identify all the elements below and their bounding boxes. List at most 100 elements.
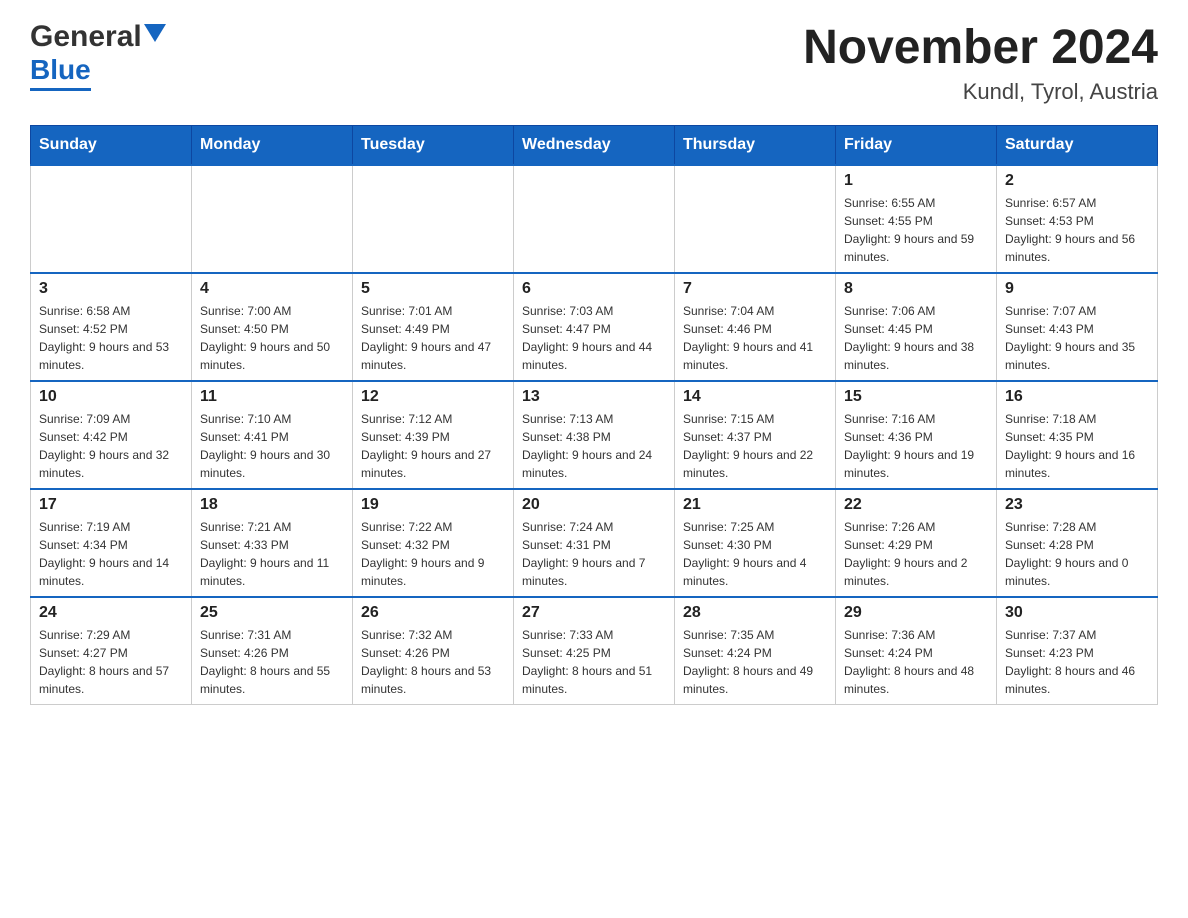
header: General Blue November 2024 Kundl, Tyrol,… xyxy=(30,20,1158,105)
day-info: Sunrise: 6:55 AM Sunset: 4:55 PM Dayligh… xyxy=(844,194,988,266)
logo-general-text: General xyxy=(30,20,142,54)
header-saturday: Saturday xyxy=(997,126,1158,166)
day-number: 18 xyxy=(200,496,344,514)
header-friday: Friday xyxy=(836,126,997,166)
table-row: 30 Sunrise: 7:37 AM Sunset: 4:23 PM Dayli… xyxy=(997,597,1158,705)
table-row: 22 Sunrise: 7:26 AM Sunset: 4:29 PM Dayli… xyxy=(836,489,997,597)
table-row: 21 Sunrise: 7:25 AM Sunset: 4:30 PM Dayli… xyxy=(675,489,836,597)
day-number: 20 xyxy=(522,496,666,514)
table-row xyxy=(353,165,514,273)
table-row: 9 Sunrise: 7:07 AM Sunset: 4:43 PM Daylig… xyxy=(997,273,1158,381)
day-info: Sunrise: 7:37 AM Sunset: 4:23 PM Dayligh… xyxy=(1005,626,1149,698)
day-info: Sunrise: 7:25 AM Sunset: 4:30 PM Dayligh… xyxy=(683,518,827,590)
table-row: 4 Sunrise: 7:00 AM Sunset: 4:50 PM Daylig… xyxy=(192,273,353,381)
logo-triangle-icon xyxy=(144,24,166,46)
day-info: Sunrise: 7:06 AM Sunset: 4:45 PM Dayligh… xyxy=(844,302,988,374)
table-row: 2 Sunrise: 6:57 AM Sunset: 4:53 PM Daylig… xyxy=(997,165,1158,273)
table-row: 24 Sunrise: 7:29 AM Sunset: 4:27 PM Dayli… xyxy=(31,597,192,705)
location-subtitle: Kundl, Tyrol, Austria xyxy=(803,79,1158,105)
day-number: 2 xyxy=(1005,172,1149,190)
day-number: 26 xyxy=(361,604,505,622)
day-info: Sunrise: 6:57 AM Sunset: 4:53 PM Dayligh… xyxy=(1005,194,1149,266)
day-info: Sunrise: 7:36 AM Sunset: 4:24 PM Dayligh… xyxy=(844,626,988,698)
day-number: 27 xyxy=(522,604,666,622)
calendar-body: 1 Sunrise: 6:55 AM Sunset: 4:55 PM Daylig… xyxy=(31,165,1158,705)
day-number: 22 xyxy=(844,496,988,514)
table-row: 1 Sunrise: 6:55 AM Sunset: 4:55 PM Daylig… xyxy=(836,165,997,273)
day-number: 24 xyxy=(39,604,183,622)
day-info: Sunrise: 7:00 AM Sunset: 4:50 PM Dayligh… xyxy=(200,302,344,374)
day-info: Sunrise: 7:32 AM Sunset: 4:26 PM Dayligh… xyxy=(361,626,505,698)
day-info: Sunrise: 7:13 AM Sunset: 4:38 PM Dayligh… xyxy=(522,410,666,482)
day-number: 21 xyxy=(683,496,827,514)
table-row: 19 Sunrise: 7:22 AM Sunset: 4:32 PM Dayli… xyxy=(353,489,514,597)
day-info: Sunrise: 7:16 AM Sunset: 4:36 PM Dayligh… xyxy=(844,410,988,482)
table-row: 15Sunrise: 7:16 AM Sunset: 4:36 PM Dayli… xyxy=(836,381,997,489)
table-row: 3 Sunrise: 6:58 AM Sunset: 4:52 PM Daylig… xyxy=(31,273,192,381)
day-info: Sunrise: 7:15 AM Sunset: 4:37 PM Dayligh… xyxy=(683,410,827,482)
day-number: 11 xyxy=(200,388,344,406)
day-info: Sunrise: 7:24 AM Sunset: 4:31 PM Dayligh… xyxy=(522,518,666,590)
table-row: 23Sunrise: 7:28 AM Sunset: 4:28 PM Dayli… xyxy=(997,489,1158,597)
table-row: 5 Sunrise: 7:01 AM Sunset: 4:49 PM Daylig… xyxy=(353,273,514,381)
day-info: Sunrise: 7:19 AM Sunset: 4:34 PM Dayligh… xyxy=(39,518,183,590)
day-info: Sunrise: 7:35 AM Sunset: 4:24 PM Dayligh… xyxy=(683,626,827,698)
table-row: 16 Sunrise: 7:18 AM Sunset: 4:35 PM Dayli… xyxy=(997,381,1158,489)
title-area: November 2024 Kundl, Tyrol, Austria xyxy=(803,20,1158,105)
table-row: 13 Sunrise: 7:13 AM Sunset: 4:38 PM Dayli… xyxy=(514,381,675,489)
logo: General Blue xyxy=(30,20,166,91)
day-number: 5 xyxy=(361,280,505,298)
day-number: 23 xyxy=(1005,496,1149,514)
day-number: 6 xyxy=(522,280,666,298)
table-row: 29Sunrise: 7:36 AM Sunset: 4:24 PM Dayli… xyxy=(836,597,997,705)
table-row: 20 Sunrise: 7:24 AM Sunset: 4:31 PM Dayli… xyxy=(514,489,675,597)
table-row: 27 Sunrise: 7:33 AM Sunset: 4:25 PM Dayli… xyxy=(514,597,675,705)
day-info: Sunrise: 7:18 AM Sunset: 4:35 PM Dayligh… xyxy=(1005,410,1149,482)
day-number: 16 xyxy=(1005,388,1149,406)
header-tuesday: Tuesday xyxy=(353,126,514,166)
day-info: Sunrise: 7:10 AM Sunset: 4:41 PM Dayligh… xyxy=(200,410,344,482)
day-info: Sunrise: 7:03 AM Sunset: 4:47 PM Dayligh… xyxy=(522,302,666,374)
day-number: 8 xyxy=(844,280,988,298)
day-number: 9 xyxy=(1005,280,1149,298)
day-number: 14 xyxy=(683,388,827,406)
logo-blue-text: Blue xyxy=(30,54,91,91)
table-row: 17Sunrise: 7:19 AM Sunset: 4:34 PM Dayli… xyxy=(31,489,192,597)
table-row xyxy=(675,165,836,273)
day-info: Sunrise: 7:33 AM Sunset: 4:25 PM Dayligh… xyxy=(522,626,666,698)
calendar-title: November 2024 xyxy=(803,20,1158,75)
table-row xyxy=(192,165,353,273)
day-info: Sunrise: 7:21 AM Sunset: 4:33 PM Dayligh… xyxy=(200,518,344,590)
table-row: 8 Sunrise: 7:06 AM Sunset: 4:45 PM Daylig… xyxy=(836,273,997,381)
day-info: Sunrise: 7:26 AM Sunset: 4:29 PM Dayligh… xyxy=(844,518,988,590)
day-number: 19 xyxy=(361,496,505,514)
day-number: 30 xyxy=(1005,604,1149,622)
day-number: 7 xyxy=(683,280,827,298)
header-sunday: Sunday xyxy=(31,126,192,166)
day-number: 4 xyxy=(200,280,344,298)
calendar-header: Sunday Monday Tuesday Wednesday Thursday… xyxy=(31,126,1158,166)
table-row: 10Sunrise: 7:09 AM Sunset: 4:42 PM Dayli… xyxy=(31,381,192,489)
day-number: 28 xyxy=(683,604,827,622)
day-number: 25 xyxy=(200,604,344,622)
day-info: Sunrise: 7:07 AM Sunset: 4:43 PM Dayligh… xyxy=(1005,302,1149,374)
table-row: 12Sunrise: 7:12 AM Sunset: 4:39 PM Dayli… xyxy=(353,381,514,489)
day-info: Sunrise: 7:01 AM Sunset: 4:49 PM Dayligh… xyxy=(361,302,505,374)
day-info: Sunrise: 7:31 AM Sunset: 4:26 PM Dayligh… xyxy=(200,626,344,698)
table-row: 7 Sunrise: 7:04 AM Sunset: 4:46 PM Daylig… xyxy=(675,273,836,381)
day-info: Sunrise: 6:58 AM Sunset: 4:52 PM Dayligh… xyxy=(39,302,183,374)
day-number: 3 xyxy=(39,280,183,298)
day-info: Sunrise: 7:22 AM Sunset: 4:32 PM Dayligh… xyxy=(361,518,505,590)
day-number: 13 xyxy=(522,388,666,406)
day-info: Sunrise: 7:12 AM Sunset: 4:39 PM Dayligh… xyxy=(361,410,505,482)
header-monday: Monday xyxy=(192,126,353,166)
day-number: 1 xyxy=(844,172,988,190)
table-row: 6 Sunrise: 7:03 AM Sunset: 4:47 PM Daylig… xyxy=(514,273,675,381)
calendar-table: Sunday Monday Tuesday Wednesday Thursday… xyxy=(30,125,1158,705)
day-info: Sunrise: 7:29 AM Sunset: 4:27 PM Dayligh… xyxy=(39,626,183,698)
table-row: 18 Sunrise: 7:21 AM Sunset: 4:33 PM Dayli… xyxy=(192,489,353,597)
table-row xyxy=(514,165,675,273)
header-thursday: Thursday xyxy=(675,126,836,166)
day-info: Sunrise: 7:04 AM Sunset: 4:46 PM Dayligh… xyxy=(683,302,827,374)
header-wednesday: Wednesday xyxy=(514,126,675,166)
